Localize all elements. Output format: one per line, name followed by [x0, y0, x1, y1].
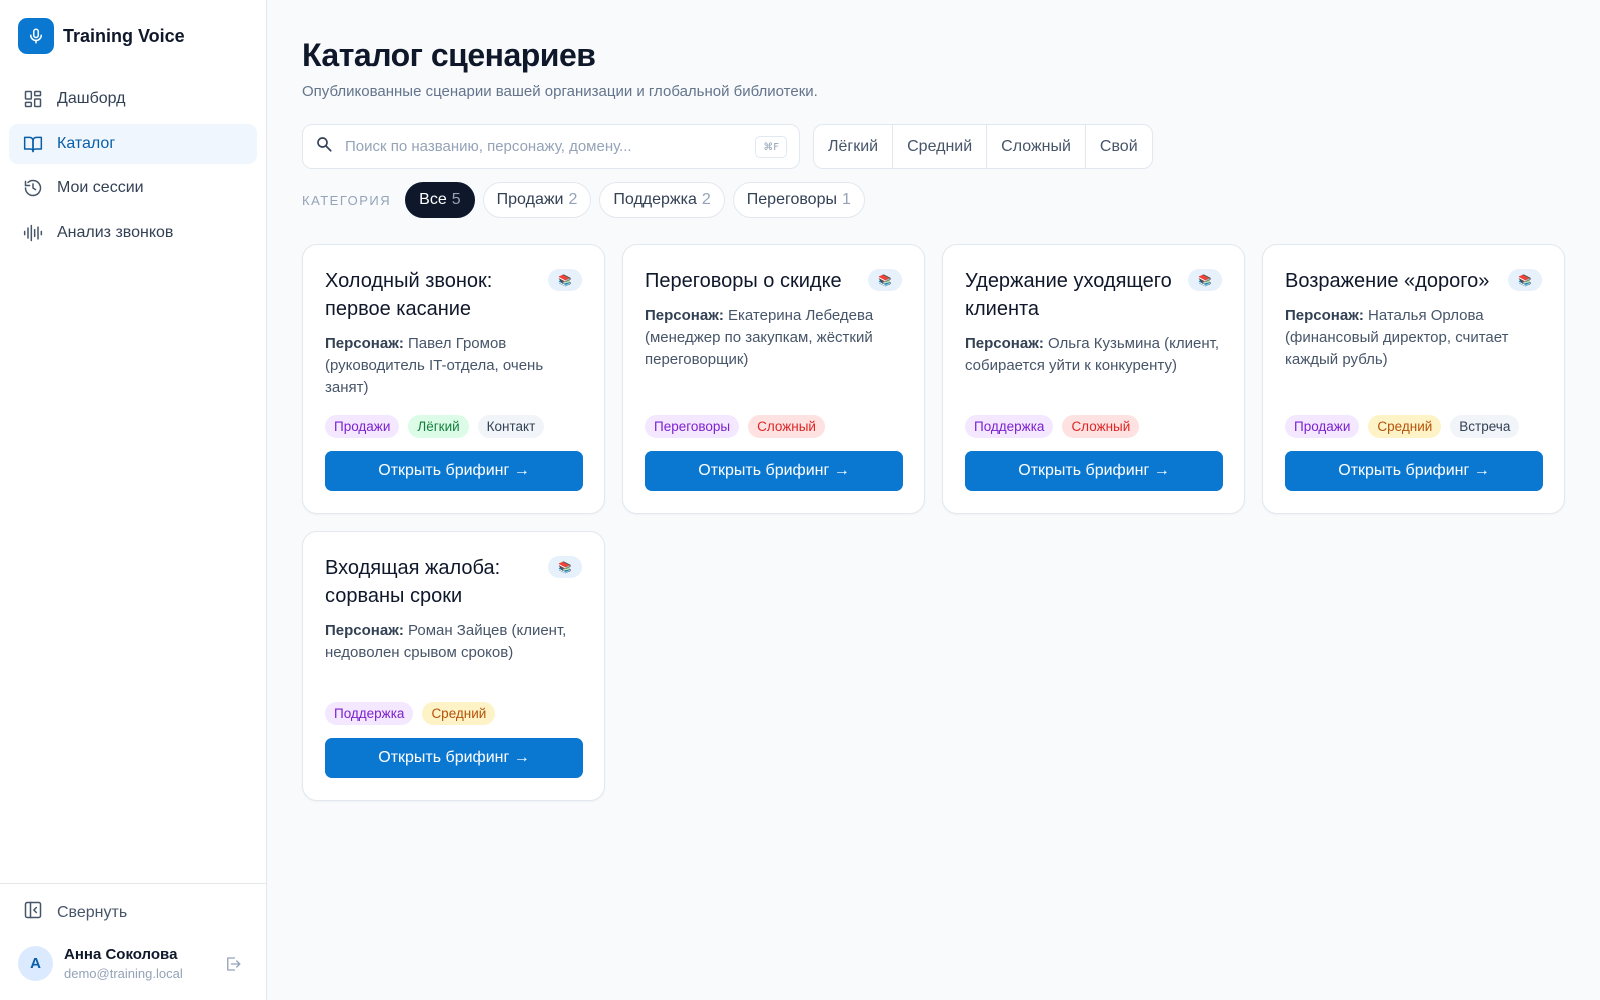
brand[interactable]: Training Voice — [18, 18, 185, 54]
sidebar-item-label: Каталог — [57, 134, 116, 152]
difficulty-easy-button[interactable]: Лёгкий — [814, 125, 894, 168]
stage-tag: Встреча — [1450, 415, 1520, 438]
category-tag: Продажи — [1285, 415, 1360, 438]
open-briefing-button[interactable]: Открыть брифинг → — [1285, 451, 1543, 491]
search-box[interactable]: ⌘F — [302, 124, 800, 169]
difficulty-filter: Лёгкий Средний Сложный Свой — [813, 124, 1153, 169]
logout-icon[interactable] — [224, 955, 242, 978]
scenario-persona: Персонаж: Ольга Кузьмина (клиент, собира… — [965, 333, 1222, 399]
open-briefing-button[interactable]: Открыть брифинг → — [965, 451, 1223, 491]
search-input[interactable] — [345, 138, 745, 155]
avatar: A — [18, 946, 53, 981]
open-briefing-button[interactable]: Открыть брифинг → — [645, 451, 903, 491]
collapse-label: Свернуть — [57, 903, 128, 921]
chip-label: Поддержка — [613, 191, 697, 208]
user-name: Анна Соколова — [64, 946, 178, 963]
collapse-button[interactable]: Свернуть — [23, 900, 127, 925]
sidebar-footer: Свернуть A Анна Соколова demo@training.l… — [0, 883, 266, 981]
scenario-title: Удержание уходящего клиента — [965, 270, 1172, 320]
scenario-title: Входящая жалоба: сорваны сроки — [325, 557, 501, 607]
scenario-title: Возражение «дорого» — [1285, 270, 1490, 292]
persona-label: Персонаж: — [965, 335, 1044, 352]
sidebar-item-catalog[interactable]: Каталог — [9, 123, 257, 164]
difficulty-tag: Лёгкий — [408, 415, 469, 438]
chip-count: 5 — [451, 191, 461, 208]
difficulty-custom-button[interactable]: Свой — [1086, 125, 1152, 168]
scenario-grid: Холодный звонок: первое касание 📚 Персон… — [302, 244, 1566, 801]
library-books-icon: 📚 — [1508, 269, 1542, 291]
shortcut-hint: ⌘F — [755, 136, 787, 158]
book-icon — [23, 134, 43, 154]
category-tag: Поддержка — [965, 415, 1054, 438]
sidebar-item-sessions[interactable]: Мои сессии — [9, 168, 257, 208]
chip-count: 2 — [568, 191, 578, 208]
scenario-title: Холодный звонок: первое касание — [325, 270, 493, 320]
difficulty-hard-button[interactable]: Сложный — [987, 125, 1086, 168]
open-briefing-button[interactable]: Открыть брифинг → — [325, 451, 583, 491]
category-filter: КАТЕГОРИЯ Все 5 Продажи 2 Поддержка 2 Пе… — [302, 182, 873, 218]
scenario-persona: Персонаж: Наталья Орлова (финансовый дир… — [1285, 305, 1542, 371]
library-books-icon: 📚 — [1188, 269, 1222, 291]
chip-label: Все — [419, 191, 447, 208]
waveform-icon — [23, 223, 43, 243]
microphone-icon — [18, 18, 54, 54]
history-icon — [23, 178, 43, 198]
open-briefing-button[interactable]: Открыть брифинг → — [325, 738, 583, 778]
library-books-icon: 📚 — [868, 269, 902, 291]
library-books-icon: 📚 — [548, 269, 582, 291]
chip-label: Переговоры — [746, 191, 837, 208]
sidebar-nav: Дашборд Каталог Мои сессии Анализ звонко… — [9, 79, 257, 257]
category-label: КАТЕГОРИЯ — [302, 192, 392, 208]
library-books-icon: 📚 — [548, 556, 582, 578]
scenario-title: Переговоры о скидке — [645, 270, 842, 292]
sidebar-item-label: Анализ звонков — [57, 223, 174, 241]
page-title: Каталог сценариев — [302, 37, 596, 73]
sidebar-item-label: Мои сессии — [57, 179, 144, 196]
scenario-persona: Персонаж: Роман Зайцев (клиент, недоволе… — [325, 620, 582, 686]
persona-label: Персонаж: — [325, 622, 404, 639]
persona-label: Персонаж: — [1285, 307, 1364, 324]
category-tag: Поддержка — [325, 702, 414, 725]
chip-count: 2 — [701, 191, 711, 208]
difficulty-tag: Средний — [1368, 415, 1442, 438]
sidebar-item-label: Дашборд — [57, 90, 126, 107]
dashboard-icon — [23, 89, 43, 109]
sidebar: Training Voice Дашборд Каталог Мои сесси… — [0, 0, 267, 1000]
scenario-persona: Персонаж: Павел Громов (руководитель IT-… — [325, 333, 582, 399]
sidebar-item-dashboard[interactable]: Дашборд — [9, 79, 257, 119]
difficulty-tag: Средний — [422, 702, 496, 725]
category-chip-all[interactable]: Все 5 — [405, 182, 475, 218]
user-email: demo@training.local — [64, 966, 183, 981]
search-icon — [315, 135, 333, 158]
scenario-card: Переговоры о скидке 📚 Персонаж: Екатерин… — [622, 244, 925, 514]
scenario-card: Холодный звонок: первое касание 📚 Персон… — [302, 244, 605, 514]
scenario-tags: Продажи Лёгкий Контакт — [325, 415, 553, 438]
sidebar-item-call-analysis[interactable]: Анализ звонков — [9, 213, 257, 253]
user-profile[interactable]: A Анна Соколова demo@training.local — [18, 946, 250, 981]
difficulty-tag: Сложный — [748, 415, 825, 438]
category-chip-support[interactable]: Поддержка 2 — [599, 182, 725, 218]
sidebar-collapse-icon — [23, 900, 43, 925]
category-chip-negotiations[interactable]: Переговоры 1 — [732, 182, 865, 218]
category-chip-sales[interactable]: Продажи 2 — [482, 182, 592, 218]
stage-tag: Контакт — [477, 415, 545, 438]
page-subtitle: Опубликованные сценарии вашей организаци… — [302, 83, 818, 100]
scenario-tags: Продажи Средний Встреча — [1285, 415, 1528, 438]
app-name: Training Voice — [63, 25, 185, 46]
difficulty-tag: Сложный — [1062, 415, 1140, 438]
scenario-tags: Поддержка Средний — [325, 702, 504, 725]
category-tag: Продажи — [325, 415, 400, 438]
persona-label: Персонаж: — [645, 307, 724, 324]
chip-count: 1 — [841, 191, 851, 208]
chip-label: Продажи — [496, 191, 564, 208]
scenario-card: Входящая жалоба: сорваны сроки 📚 Персона… — [302, 531, 605, 801]
scenario-card: Возражение «дорого» 📚 Персонаж: Наталья … — [1262, 244, 1565, 514]
scenario-tags: Переговоры Сложный — [645, 415, 834, 438]
scenario-card: Удержание уходящего клиента 📚 Персонаж: … — [942, 244, 1245, 514]
scenario-tags: Поддержка Сложный — [965, 415, 1148, 438]
difficulty-medium-button[interactable]: Средний — [893, 125, 988, 168]
category-tag: Переговоры — [645, 415, 740, 438]
persona-label: Персонаж: — [325, 335, 404, 352]
scenario-persona: Персонаж: Екатерина Лебедева (менеджер п… — [645, 305, 902, 371]
